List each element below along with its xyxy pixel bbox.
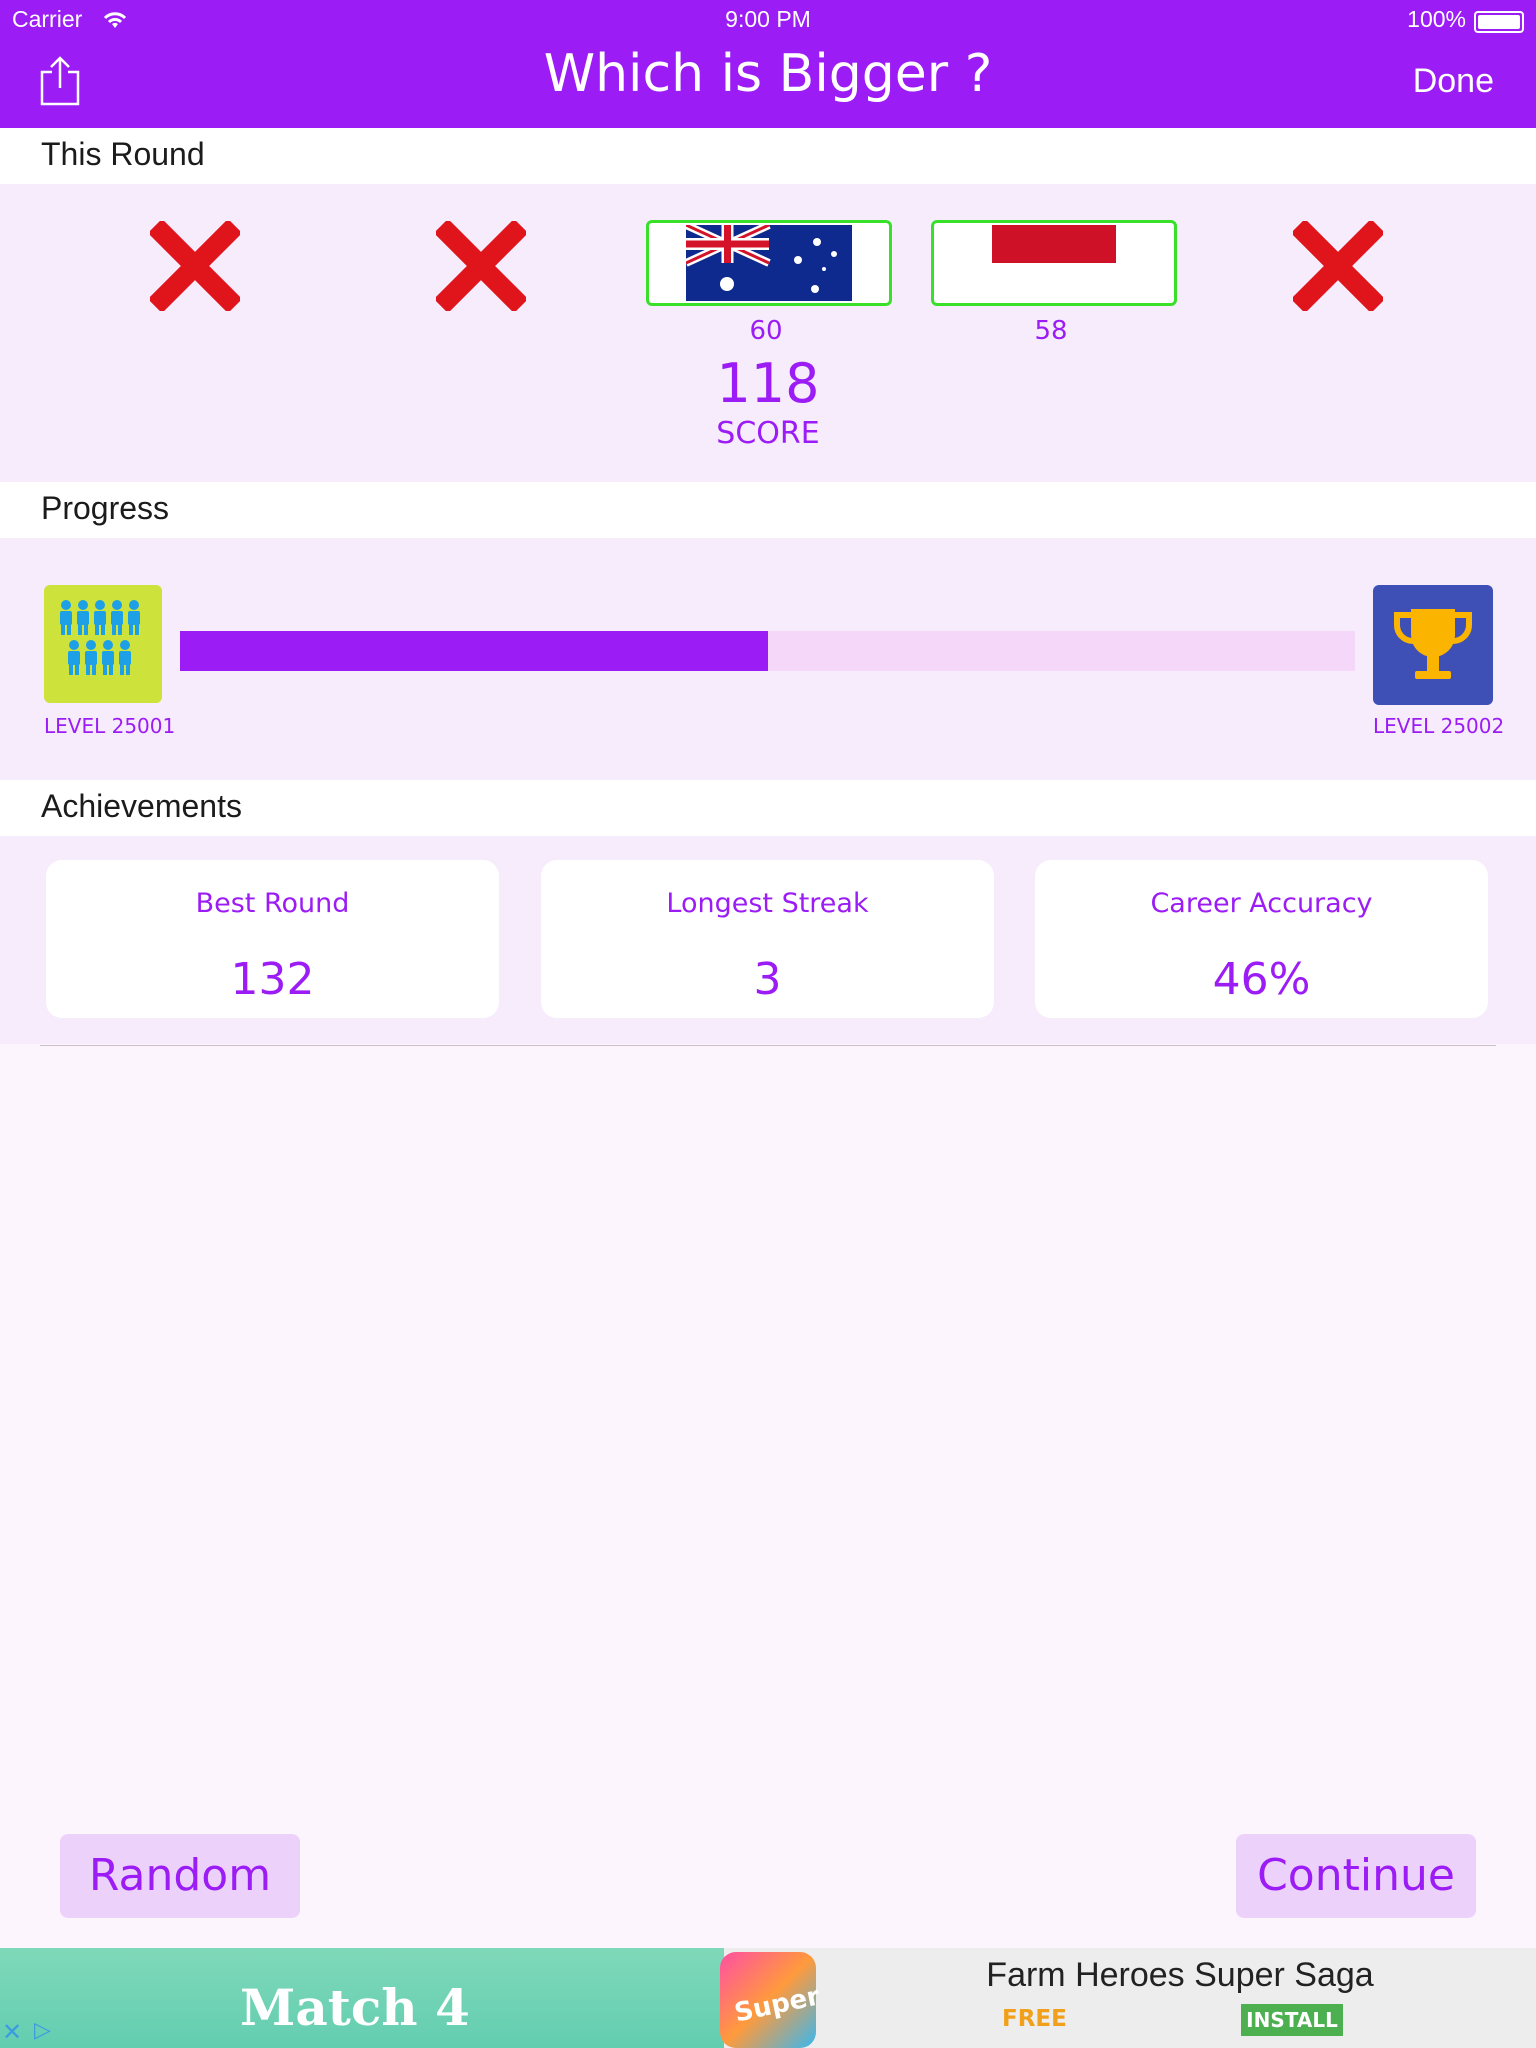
battery-icon — [1474, 11, 1524, 33]
next-level-label: LEVEL 25002 — [1373, 714, 1505, 738]
australia-flag-icon — [686, 225, 852, 301]
achievement-card-longest-streak: Longest Streak 3 — [541, 860, 994, 1018]
achievement-card-best-round: Best Round 132 — [46, 860, 499, 1018]
section-title: Progress — [41, 490, 170, 526]
achievement-card-career-accuracy: Career Accuracy 46% — [1035, 860, 1488, 1018]
flag-value: 60 — [749, 316, 783, 346]
achievement-value: 46% — [1212, 954, 1311, 1005]
ad-install-button[interactable]: INSTALL — [1241, 2004, 1343, 2036]
level-progress-fill — [180, 631, 768, 671]
wrong-answer-icon — [436, 221, 526, 311]
ad-banner[interactable]: Match 4 Super Farm Heroes Super Saga FRE… — [0, 1948, 1536, 2048]
ad-close-icon[interactable]: ✕ — [2, 2018, 22, 2046]
achievement-title: Best Round — [195, 888, 350, 919]
section-title: Achievements — [41, 788, 242, 824]
wrong-answer-icon — [1293, 221, 1383, 311]
achievement-value: 3 — [753, 954, 782, 1005]
done-button[interactable]: Done — [1413, 62, 1494, 101]
ad-price: FREE — [1002, 2006, 1067, 2032]
flag-australia — [646, 220, 892, 306]
section-header-progress: Progress — [0, 482, 1536, 538]
wrong-answer-icon — [150, 221, 240, 311]
ad-app-icon[interactable]: Super — [720, 1952, 822, 2048]
ad-banner-text: Match 4 — [240, 1978, 470, 2037]
section-header-achievements: Achievements — [0, 780, 1536, 836]
current-level-label: LEVEL 25001 — [44, 714, 176, 738]
level-progress-bar — [180, 631, 1355, 671]
section-title: This Round — [41, 136, 205, 172]
flag-value: 58 — [1034, 316, 1068, 346]
page-title: Which is Bigger ? — [543, 44, 993, 104]
clock-label: 9:00 PM — [725, 6, 811, 32]
divider — [40, 1045, 1496, 1046]
score-value: 118 — [716, 352, 820, 415]
next-level-badge — [1373, 585, 1493, 705]
battery-percent: 100% — [1407, 6, 1466, 32]
section-header-this-round: This Round — [0, 128, 1536, 184]
ad-app-name: Farm Heroes Super Saga — [986, 1956, 1374, 1994]
trophy-icon — [1394, 609, 1472, 679]
current-level-badge — [44, 585, 162, 703]
flag-indonesia — [931, 220, 1177, 306]
achievement-title: Career Accuracy — [1150, 888, 1373, 919]
continue-button[interactable]: Continue — [1236, 1834, 1476, 1918]
achievement-value: 132 — [230, 954, 315, 1005]
random-button[interactable]: Random — [60, 1834, 300, 1918]
indonesia-flag-icon — [992, 225, 1116, 301]
people-group-icon — [60, 600, 140, 675]
ad-choices-icon[interactable]: ▷ — [34, 2018, 51, 2043]
score-label: SCORE — [716, 416, 820, 451]
ad-app-icon-text: Super — [731, 1981, 823, 2029]
achievement-title: Longest Streak — [666, 888, 869, 919]
navigation-bar: Carrier 9:00 PM 100% Which is Bigger ? D… — [0, 0, 1536, 128]
